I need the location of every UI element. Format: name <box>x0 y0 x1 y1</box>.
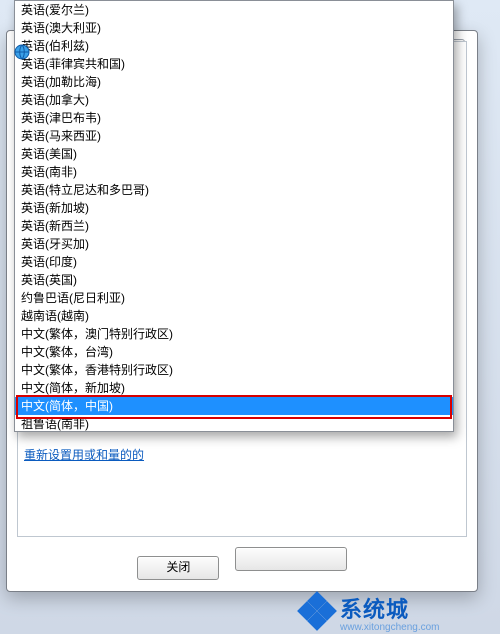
language-option[interactable]: 英语(美国) <box>15 145 453 163</box>
language-option[interactable]: 英语(伯利兹) <box>15 37 453 55</box>
language-option[interactable]: 中文(繁体，澳门特别行政区) <box>15 325 453 343</box>
language-option[interactable]: 中文(繁体，台湾) <box>15 343 453 361</box>
language-option[interactable]: 英语(南非) <box>15 163 453 181</box>
close-button[interactable]: 关闭 <box>137 556 219 580</box>
language-option[interactable]: 英语(爱尔兰) <box>15 1 453 19</box>
language-dropdown[interactable]: 英语(爱尔兰)英语(澳大利亚)英语(伯利兹)英语(菲律宾共和国)英语(加勒比海)… <box>14 0 454 432</box>
reset-link[interactable]: 重新设置用或和量的的 <box>24 446 144 463</box>
language-option[interactable]: 英语(新加坡) <box>15 199 453 217</box>
language-option[interactable]: 英语(澳大利亚) <box>15 19 453 37</box>
language-option[interactable]: 英语(英国) <box>15 271 453 289</box>
language-option[interactable]: 英语(加勒比海) <box>15 73 453 91</box>
language-option[interactable]: 英语(马来西亚) <box>15 127 453 145</box>
watermark-brand: 系统城 <box>340 597 409 622</box>
watermark-url: www.xitongcheng.com <box>340 622 440 633</box>
language-option[interactable]: 中文(繁体，香港特别行政区) <box>15 361 453 379</box>
globe-icon <box>14 44 30 60</box>
dialog-button-row: 关闭 <box>7 547 477 579</box>
secondary-button[interactable] <box>235 547 347 571</box>
language-option[interactable]: 英语(新西兰) <box>15 217 453 235</box>
language-option[interactable]: 英语(津巴布韦) <box>15 109 453 127</box>
watermark: 系统城 www.xitongcheng.com <box>300 588 500 634</box>
language-option[interactable]: 英语(加拿大) <box>15 91 453 109</box>
language-option[interactable]: 中文(简体，新加坡) <box>15 379 453 397</box>
screenshot-stage: ✕ 关闭 重新设置用或和量的的 英语(爱尔兰)英语(澳大利亚)英语(伯利兹)英语… <box>0 0 500 634</box>
language-option[interactable]: 英语(菲律宾共和国) <box>15 55 453 73</box>
language-option[interactable]: 英语(特立尼达和多巴哥) <box>15 181 453 199</box>
language-option[interactable]: 祖鲁语(南非) <box>15 415 453 431</box>
language-option[interactable]: 中文(简体，中国) <box>15 397 453 415</box>
language-option[interactable]: 英语(牙买加) <box>15 235 453 253</box>
language-option[interactable]: 越南语(越南) <box>15 307 453 325</box>
watermark-logo <box>300 594 334 628</box>
language-option[interactable]: 英语(印度) <box>15 253 453 271</box>
language-option[interactable]: 约鲁巴语(尼日利亚) <box>15 289 453 307</box>
